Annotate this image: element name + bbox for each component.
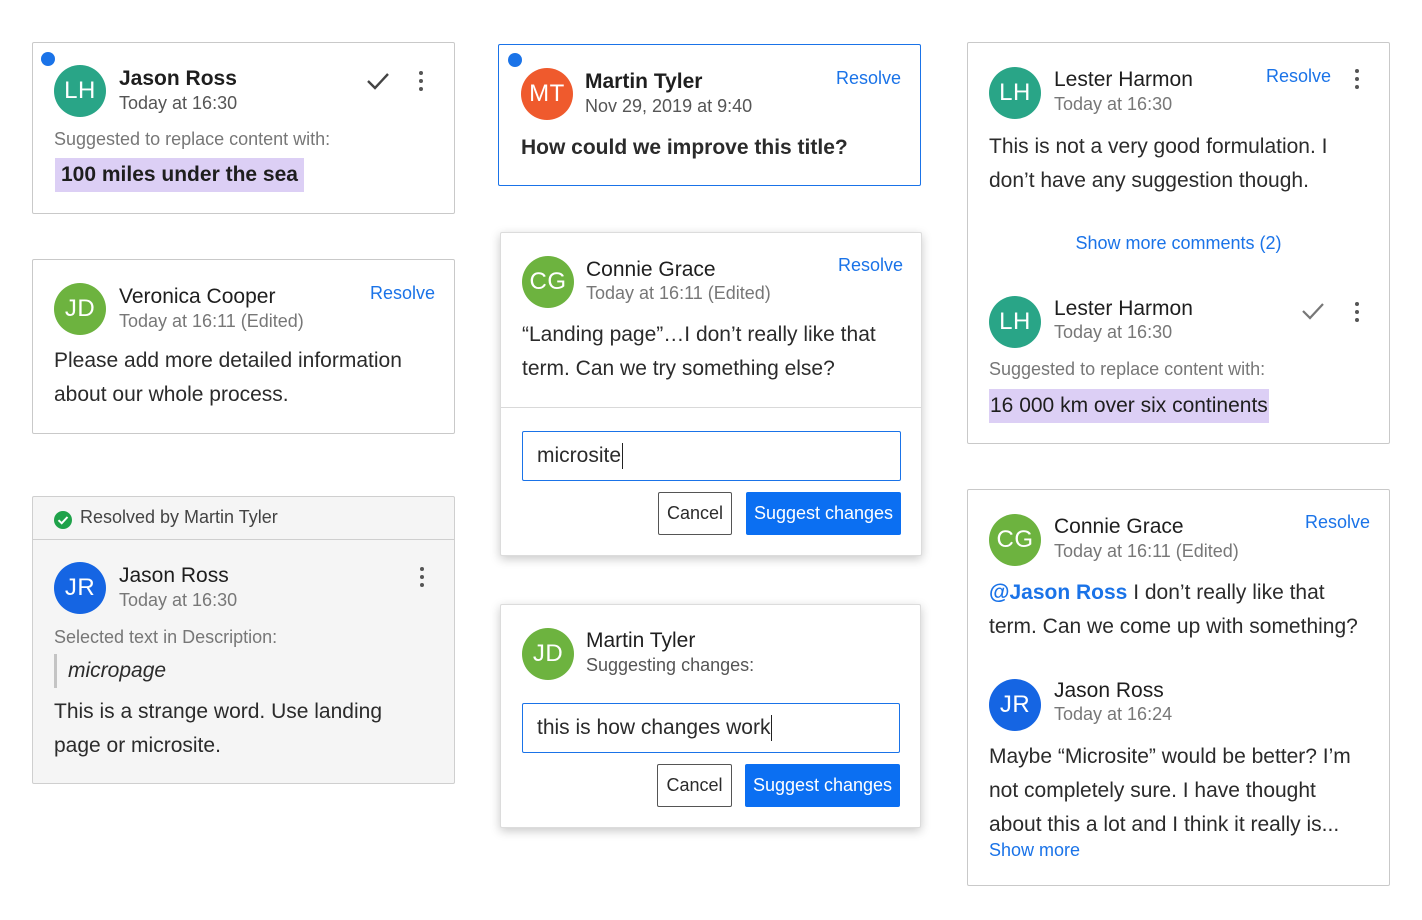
resolve-button[interactable]: Resolve: [836, 68, 901, 89]
resolved-by-label: Resolved by Martin Tyler: [80, 507, 278, 527]
author-name: Jason Ross: [119, 67, 237, 90]
author-name: Connie Grace: [586, 258, 716, 281]
suggestion-card-jason-ross: LH Jason Ross Today at 16:30 Suggested t…: [32, 42, 455, 214]
show-more-comments-link[interactable]: Show more comments (2): [968, 233, 1389, 254]
suggestion-input[interactable]: microsite: [522, 431, 901, 481]
author-name: Lester Harmon: [1054, 297, 1193, 320]
selected-text-label: Selected text in Description:: [54, 627, 278, 647]
resolve-button[interactable]: Resolve: [1266, 66, 1331, 87]
comment-text: This is not a very good formulation. I d…: [989, 135, 1328, 192]
user-mention[interactable]: @Jason Ross: [989, 581, 1127, 604]
avatar: LH: [54, 65, 106, 117]
check-circle-icon: [54, 511, 72, 529]
resolved-banner: Resolved by Martin Tyler: [33, 497, 454, 540]
comment-card-martin-tyler: MT Martin Tyler Nov 29, 2019 at 9:40 Res…: [498, 44, 921, 186]
suggestion-input[interactable]: this is how changes work: [522, 703, 900, 753]
avatar: JR: [989, 679, 1041, 731]
author-name: Jason Ross: [119, 564, 229, 587]
avatar: LH: [989, 67, 1041, 119]
show-more-link[interactable]: Show more: [989, 840, 1080, 861]
suggest-changes-button[interactable]: Suggest changes: [746, 492, 901, 535]
unread-indicator: [41, 52, 55, 66]
suggestion-label: Suggested to replace content with:: [989, 359, 1266, 379]
comment-time: Nov 29, 2019 at 9:40: [585, 96, 753, 116]
resolve-button[interactable]: Resolve: [838, 255, 903, 276]
more-vertical-icon[interactable]: [1347, 67, 1367, 91]
comment-thread-connie-grace: CG Connie Grace Today at 16:11 (Edited) …: [967, 489, 1390, 886]
cancel-button[interactable]: Cancel: [657, 764, 732, 807]
avatar: JR: [54, 562, 106, 614]
author-name: Veronica Cooper: [119, 285, 276, 308]
comment-text: Maybe “Microsite” would be better? I’m n…: [989, 745, 1351, 836]
text-caret: [622, 443, 624, 470]
comment-card-connie-grace-editing: CG Connie Grace Today at 16:11 (Edited) …: [500, 232, 922, 556]
quoted-text: micropage: [68, 659, 167, 682]
text-caret: [771, 715, 773, 742]
avatar: LH: [989, 296, 1041, 348]
input-value: microsite: [537, 444, 622, 467]
more-vertical-icon[interactable]: [412, 565, 432, 589]
input-value: this is how changes work: [537, 716, 771, 739]
comment-time: Today at 16:30: [1054, 94, 1173, 114]
comment-time: Today at 16:11 (Edited): [119, 311, 304, 331]
author-name: Lester Harmon: [1054, 68, 1193, 91]
author-name: Jason Ross: [1054, 679, 1164, 702]
comment-text: @Jason Ross I don’t really like that ter…: [989, 576, 1374, 644]
comment-time: Today at 16:30: [119, 93, 238, 113]
avatar: CG: [989, 514, 1041, 566]
suggested-content: 100 miles under the sea: [55, 158, 304, 192]
avatar: CG: [522, 256, 574, 308]
comment-text: “Landing page”…I don’t really like that …: [522, 323, 876, 380]
check-icon[interactable]: [365, 70, 391, 92]
suggestion-label: Suggested to replace content with:: [54, 129, 331, 149]
comment-thread-lester-harmon: LH Lester Harmon Today at 16:30 Resolve …: [967, 42, 1390, 444]
avatar: JD: [54, 283, 106, 335]
resolved-comment-card: Resolved by Martin Tyler JR Jason Ross T…: [32, 496, 455, 784]
resolve-button[interactable]: Resolve: [370, 283, 435, 304]
author-name: Martin Tyler: [586, 629, 696, 652]
divider: [501, 407, 921, 408]
comment-text: How could we improve this title?: [521, 136, 848, 159]
cancel-button[interactable]: Cancel: [658, 492, 732, 535]
comment-card-veronica-cooper: JD Veronica Cooper Today at 16:11 (Edite…: [32, 259, 455, 434]
suggested-content: 16 000 km over six continents: [989, 389, 1269, 423]
suggesting-label: Suggesting changes:: [586, 655, 755, 675]
more-vertical-icon[interactable]: [1347, 300, 1367, 324]
comment-time: Today at 16:30: [1054, 322, 1173, 342]
comment-time: Today at 16:11 (Edited): [586, 283, 771, 303]
author-name: Connie Grace: [1054, 515, 1184, 538]
avatar: MT: [521, 68, 573, 120]
more-vertical-icon[interactable]: [411, 69, 431, 93]
comment-time: Today at 16:24: [1054, 704, 1173, 724]
comment-time: Today at 16:11 (Edited): [1054, 541, 1239, 561]
comment-time: Today at 16:30: [119, 590, 238, 610]
avatar: JD: [522, 628, 574, 680]
comment-text: This is a strange word. Use landing page…: [54, 700, 382, 757]
suggesting-changes-card: JD Martin Tyler Suggesting changes: this…: [500, 604, 921, 828]
resolve-button[interactable]: Resolve: [1305, 512, 1370, 533]
author-name: Martin Tyler: [585, 70, 703, 93]
comment-text: Please add more detailed information abo…: [54, 349, 402, 406]
check-icon[interactable]: [1300, 300, 1326, 322]
suggest-changes-button[interactable]: Suggest changes: [745, 764, 900, 807]
quote-bar: [54, 654, 57, 688]
unread-indicator: [508, 53, 522, 67]
